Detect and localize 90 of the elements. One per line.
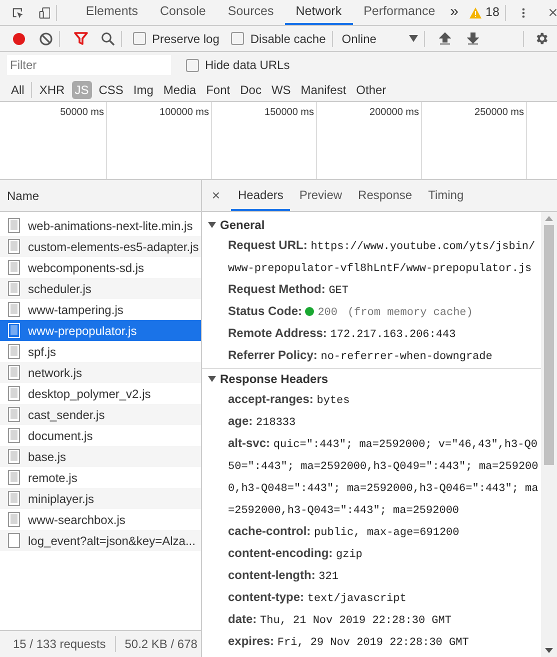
checkbox[interactable]: Preserve log (133, 30, 220, 48)
request-row[interactable]: scheduler.js (0, 278, 201, 299)
script-file-icon (8, 365, 20, 380)
header-row-text: Request Method: GET (227, 281, 350, 299)
caret-icon (408, 35, 418, 42)
header-row-text: expires: Fri, 29 Nov 2019 22:28:30 GMT (227, 633, 470, 651)
type-filter[interactable]: WS (268, 80, 294, 98)
device-toolbar-icon[interactable] (38, 4, 50, 20)
type-filter[interactable]: Other (353, 80, 390, 98)
warning-counter[interactable]: 18 (468, 3, 500, 22)
search-icon[interactable] (101, 32, 115, 46)
header-row-text: date: Thu, 21 Nov 2019 22:28:30 GMT (227, 611, 452, 629)
details-tab[interactable]: Response (351, 180, 420, 211)
panel-tab[interactable]: Elements (74, 0, 150, 25)
script-file-icon (8, 218, 20, 233)
close-details-button[interactable]: × (202, 185, 230, 206)
script-file-icon (8, 491, 20, 506)
header-row-text: cache-control: public, max-age=691200 (227, 523, 460, 541)
name-column-header[interactable]: Name (0, 180, 201, 212)
disclosure-triangle-icon (208, 376, 216, 382)
type-filter[interactable]: Manifest (298, 80, 350, 98)
type-filter[interactable]: CSS (96, 80, 126, 98)
request-row[interactable]: cast_sender.js (0, 404, 201, 425)
script-file-icon (8, 281, 20, 296)
timeline-tick-label: 50000 ms (60, 106, 104, 120)
type-filter[interactable]: XHR (36, 80, 68, 98)
script-file-icon (8, 239, 20, 254)
status-text: 50.2 KB / 678 (124, 636, 198, 653)
checkbox[interactable]: Hide data URLs (186, 56, 290, 74)
script-file-icon (8, 260, 20, 275)
details-tab[interactable]: Headers (231, 180, 290, 211)
script-file-icon (8, 344, 20, 359)
scroll-down-icon[interactable] (545, 648, 553, 653)
disclosure-triangle-icon (208, 222, 216, 228)
section-header[interactable]: General (202, 215, 541, 235)
timeline-tick-label: 200000 ms (370, 106, 419, 120)
script-file-icon (8, 386, 20, 401)
warning-icon (468, 6, 482, 18)
script-file-icon (8, 323, 20, 338)
type-filter[interactable]: Media (160, 80, 200, 98)
checkbox[interactable]: Disable cache (231, 30, 326, 48)
record-icon[interactable] (12, 32, 26, 46)
request-row[interactable]: log_event?alt=json&key=Alza... (0, 530, 201, 551)
file-icon (8, 533, 20, 548)
request-row[interactable]: custom-elements-es5-adapter.js (0, 236, 201, 257)
clear-icon[interactable] (39, 32, 53, 46)
panel-tab[interactable]: Sources (216, 0, 285, 25)
header-row-text: content-encoding: gzip (227, 545, 364, 563)
timeline-overview[interactable]: 50000 ms 100000 ms 150000 ms 200000 ms 250000 ms (0, 102, 557, 180)
script-file-icon (8, 512, 20, 527)
header-row-text: age: 218333 (227, 413, 297, 431)
header-row-text: Request URL: https://www.youtube.com/yts/jsbin/www-prepopulator-vfl8hLntF/www-prepopulator.js (227, 237, 536, 277)
throttling-dropdown[interactable]: Online (342, 30, 418, 48)
header-row-text: Remote Address: 172.217.163.206:443 (227, 325, 457, 343)
header-row-text: Status Code: 200 (from memory cache) (227, 303, 474, 321)
header-row-text: Referrer Policy: no-referrer-when-downgrade (227, 347, 494, 365)
more-options-icon[interactable] (522, 6, 526, 20)
upload-icon[interactable] (438, 32, 451, 45)
header-row-text: content-length: 321 (227, 567, 340, 585)
type-filter[interactable]: Img (130, 80, 156, 98)
type-filter[interactable]: All (8, 80, 28, 98)
panel-tab[interactable]: Console (149, 0, 217, 25)
section-header[interactable]: Response Headers (202, 369, 541, 389)
scrollbar[interactable] (541, 212, 557, 657)
script-file-icon (8, 302, 20, 317)
script-file-icon (8, 470, 20, 485)
close-icon[interactable] (549, 7, 557, 18)
filter-field[interactable]: Filter (7, 55, 171, 75)
script-file-icon (8, 407, 20, 422)
settings-icon[interactable] (534, 31, 549, 46)
request-row[interactable]: miniplayer.js (0, 488, 201, 509)
request-row[interactable]: www-prepopulator.js (0, 320, 201, 341)
script-file-icon (8, 428, 20, 443)
header-row-text: content-type: text/javascript (227, 589, 408, 607)
script-file-icon (8, 449, 20, 464)
request-row[interactable]: network.js (0, 362, 201, 383)
header-row-text: accept-ranges: bytes (227, 391, 351, 409)
type-filter[interactable]: Doc (237, 80, 264, 98)
timeline-tick-label: 150000 ms (264, 106, 314, 120)
request-row[interactable]: base.js (0, 446, 201, 467)
details-tab[interactable]: Timing (421, 180, 471, 211)
panel-tab[interactable]: Performance (352, 0, 446, 25)
type-filter[interactable]: Font (203, 80, 234, 98)
status-text: 15 / 133 requests (13, 636, 106, 653)
download-icon[interactable] (466, 32, 479, 45)
filter-icon[interactable] (74, 32, 88, 45)
timeline-tick-label: 100000 ms (160, 106, 209, 120)
more-tabs-button[interactable]: » (450, 1, 458, 24)
details-tab[interactable]: Preview (292, 180, 350, 211)
timeline-tick-label: 250000 ms (474, 106, 524, 120)
